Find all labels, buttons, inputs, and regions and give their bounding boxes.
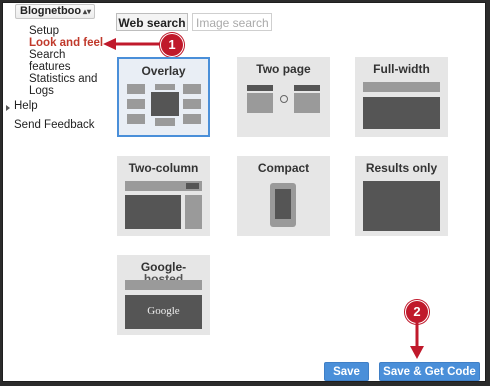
sidebar-item-search-features-2[interactable]: features bbox=[29, 61, 71, 73]
layout-label: Two-column bbox=[128, 161, 199, 175]
loading-icon bbox=[280, 95, 288, 103]
annotation-arrow-2 bbox=[410, 321, 424, 359]
sidebar-item-setup[interactable]: Setup bbox=[29, 25, 59, 37]
layout-two-page[interactable]: Two page bbox=[237, 57, 330, 137]
layout-compact[interactable]: Compact bbox=[237, 156, 330, 236]
site-select[interactable]: Blognetboo ▴▾ bbox=[15, 4, 95, 19]
save-get-code-button[interactable]: Save & Get Code bbox=[379, 362, 480, 381]
tab-web-search[interactable]: Web search bbox=[116, 13, 188, 31]
layout-overlay[interactable]: Overlay bbox=[117, 57, 210, 137]
sidebar-item-help[interactable]: Help bbox=[14, 100, 38, 112]
select-arrows-icon: ▴▾ bbox=[82, 7, 91, 16]
layout-label: Overlay bbox=[141, 64, 186, 78]
annotation-badge-1: 1 bbox=[160, 33, 184, 57]
sidebar-item-search-features[interactable]: Search bbox=[29, 49, 65, 61]
sidebar-item-send-feedback[interactable]: Send Feedback bbox=[14, 119, 95, 131]
layout-label: Full-width bbox=[373, 62, 430, 76]
sidebar-item-statistics-2[interactable]: Logs bbox=[29, 85, 54, 97]
sidebar-item-look-and-feel[interactable]: Look and feel bbox=[29, 37, 103, 49]
layout-label: Compact bbox=[257, 161, 310, 175]
annotation-arrow-1 bbox=[103, 38, 163, 50]
layout-google-hosted[interactable]: Google- hosted Google bbox=[117, 255, 210, 335]
expand-arrow-icon[interactable] bbox=[6, 105, 10, 111]
sidebar-item-statistics[interactable]: Statistics and bbox=[29, 73, 97, 85]
save-button[interactable]: Save bbox=[324, 362, 369, 381]
layout-results-only[interactable]: Results only bbox=[355, 156, 448, 236]
site-select-label: Blognetboo bbox=[20, 5, 82, 17]
layout-two-column[interactable]: Two-column bbox=[117, 156, 210, 236]
layout-full-width[interactable]: Full-width bbox=[355, 57, 448, 137]
google-logo: Google bbox=[147, 305, 180, 317]
app-frame: Blognetboo ▴▾ Setup Look and feel Search… bbox=[2, 2, 486, 382]
layout-label: Two page bbox=[256, 62, 311, 76]
tab-image-search[interactable]: Image search bbox=[192, 13, 272, 31]
layout-label: Results only bbox=[365, 161, 438, 175]
